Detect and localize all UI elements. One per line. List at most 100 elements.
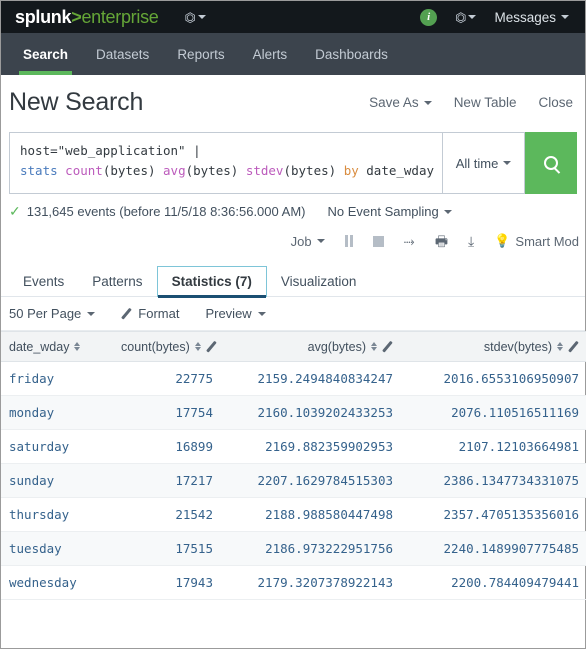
column-header-stdev-bytes[interactable]: stdev(bytes) [401,331,586,362]
close-label: Close [538,95,573,110]
nav-item-alerts-label: Alerts [252,46,288,62]
cell-avg[interactable]: 2169.882359902953 [221,429,401,464]
cell-stdev[interactable]: 2357.4705135356016 [401,497,586,532]
chevron-down-icon-job [316,239,325,243]
cell-count[interactable]: 17943 [113,565,221,600]
preview-dropdown[interactable]: Preview [205,306,266,321]
cell-avg[interactable]: 2188.988580447498 [221,497,401,532]
time-range-label: All time [455,155,499,171]
splunk-logo[interactable]: splunk>enterprise [15,6,159,28]
close-button[interactable]: Close [538,95,573,110]
cell-avg[interactable]: 2186.973222951756 [221,531,401,566]
cell-stdev[interactable]: 2016.6553106950907 [401,361,586,396]
pause-icon [344,235,353,247]
query-line-1: host="web_application" | [20,141,432,161]
table-row[interactable]: saturday 16899 2169.882359902953 2107.12… [1,429,586,464]
cell-date-wday[interactable]: thursday [1,497,113,532]
cell-avg[interactable]: 2179.3207378922143 [221,565,401,600]
cell-date-wday[interactable]: sunday [1,463,113,498]
query-token-count-arg: (bytes) [102,163,156,178]
per-page-dropdown[interactable]: 50 Per Page [9,306,96,321]
run-search-button[interactable] [525,132,577,194]
cell-stdev[interactable]: 2107.12103664981 [401,429,586,464]
cell-count[interactable]: 17754 [113,395,221,430]
event-sampling-dropdown[interactable]: No Event Sampling [327,204,452,219]
table-row[interactable]: monday 17754 2160.1039202433253 2076.110… [1,395,586,430]
column-header-date-wday[interactable]: date_wday [1,331,113,362]
cell-date-wday[interactable]: monday [1,395,113,430]
top-bar: splunk>enterprise ⏣ i ⏣ Messages [1,1,585,33]
cell-date-wday[interactable]: saturday [1,429,113,464]
export-button[interactable]: ⤓ [468,234,474,248]
column-header-avg-bytes-label: avg(bytes) [307,339,366,354]
logo-enterprise-text: enterprise [81,6,159,27]
table-row[interactable]: friday 22775 2159.2494840834247 2016.655… [1,361,586,396]
tab-visualization[interactable]: Visualization [267,267,371,297]
job-menu-button[interactable]: Job [291,234,325,249]
stop-button[interactable] [372,235,384,247]
table-row[interactable]: thursday 21542 2188.988580447498 2357.47… [1,497,586,532]
nav-item-alerts[interactable]: Alerts [239,33,302,75]
nav-item-search[interactable]: Search [9,33,82,75]
column-header-avg-bytes[interactable]: avg(bytes) [221,331,401,362]
search-query-input[interactable]: host="web_application" | stats count(byt… [9,132,443,194]
print-icon: 🖶 [434,233,449,249]
nav-item-dashboards[interactable]: Dashboards [301,33,402,75]
cell-count[interactable]: 16899 [113,429,221,464]
column-header-count-bytes[interactable]: count(bytes) [113,331,221,362]
cell-stdev[interactable]: 2386.1347734331075 [401,463,586,498]
pause-button[interactable] [344,235,353,247]
nav-item-datasets[interactable]: Datasets [82,33,163,75]
cell-avg[interactable]: 2207.1629784515303 [221,463,401,498]
time-range-picker[interactable]: All time [443,132,525,194]
tab-statistics[interactable]: Statistics (7) [156,266,267,298]
cell-count[interactable]: 17217 [113,463,221,498]
tab-events[interactable]: Events [9,267,78,297]
print-button[interactable]: 🖶 [435,234,448,248]
save-as-button[interactable]: Save As [369,95,432,110]
edit-column-pencil-icon-avg-bytes[interactable] [382,341,393,352]
cell-avg[interactable]: 2159.2494840834247 [221,361,401,396]
cell-count[interactable]: 22775 [113,361,221,396]
per-page-label: 50 Per Page [9,306,82,321]
chevron-down-icon-per-page [87,311,96,316]
sort-arrows-icon-date-wday[interactable] [74,342,81,351]
table-row[interactable]: tuesday 17515 2186.973222951756 2240.148… [1,531,586,566]
new-table-button[interactable]: New Table [454,95,517,110]
column-header-count-bytes-label: count(bytes) [121,339,190,354]
query-token-stats: stats [20,163,58,178]
info-badge-icon[interactable]: i [420,8,438,26]
tab-patterns[interactable]: Patterns [78,267,156,297]
chevron-down-icon-preview [257,311,266,316]
format-button[interactable]: Format [121,306,179,321]
cell-count[interactable]: 17515 [113,531,221,566]
edit-column-pencil-icon-stdev-bytes[interactable] [568,341,579,352]
table-row[interactable]: wednesday 17943 2179.3207378922143 2200.… [1,565,586,600]
nav-item-reports[interactable]: Reports [163,33,238,75]
cell-date-wday[interactable]: wednesday [1,565,113,600]
share-button[interactable]: ⤑ [404,234,415,248]
cell-avg[interactable]: 2160.1039202433253 [221,395,401,430]
cell-stdev[interactable]: 2200.784409479441 [401,565,586,600]
tab-visualization-label: Visualization [280,274,357,289]
sort-arrows-icon-count-bytes[interactable] [194,342,201,351]
cell-count[interactable]: 21542 [113,497,221,532]
settings-caret-icon[interactable]: ⏣ [455,11,477,24]
messages-label: Messages [494,9,556,25]
table-row[interactable]: sunday 17217 2207.1629784515303 2386.134… [1,463,586,498]
cell-date-wday[interactable]: tuesday [1,531,113,566]
cell-date-wday[interactable]: friday [1,361,113,396]
query-token-avg-arg: (bytes) [185,163,239,178]
search-mode-selector[interactable]: 💡 Smart Mod [494,233,579,249]
cell-stdev[interactable]: 2240.1489907775485 [401,531,586,566]
edit-column-pencil-icon-count-bytes[interactable] [206,341,213,352]
nav-item-dashboards-label: Dashboards [315,46,388,62]
messages-menu[interactable]: Messages [494,10,571,25]
cell-stdev[interactable]: 2076.110516511169 [401,395,586,430]
flag-icon: ⏣ [184,9,196,25]
app-selector-caret-icon[interactable]: ⏣ [184,9,206,25]
query-token-field: date_wday [366,163,435,178]
sort-arrows-icon-avg-bytes[interactable] [371,342,377,351]
sort-arrows-icon-stdev-bytes[interactable] [557,342,563,351]
lightbulb-icon: 💡 [494,233,511,248]
